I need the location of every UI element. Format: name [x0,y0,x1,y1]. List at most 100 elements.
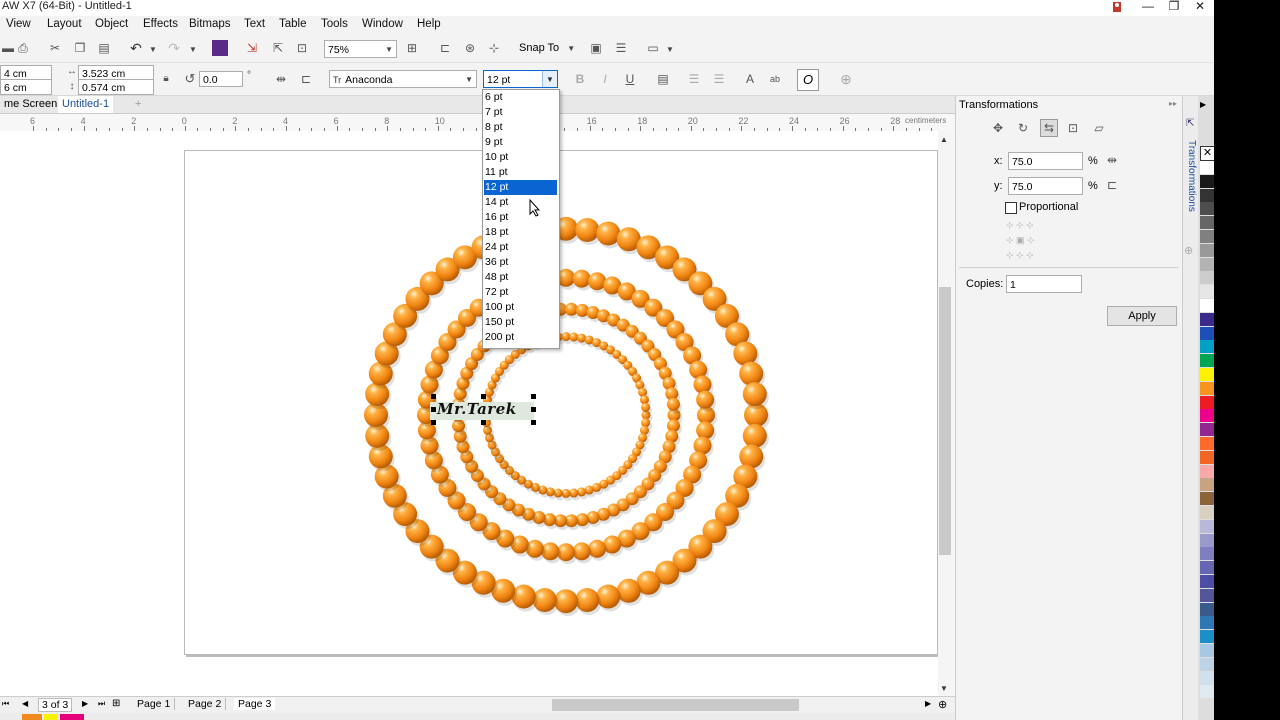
palette-color-swatch[interactable] [1200,492,1214,506]
scale-mirror-icon[interactable]: ⇆ [1040,119,1058,137]
vertical-scroll-thumb[interactable] [939,287,951,555]
maximize-button[interactable]: ❐ [1162,0,1186,14]
palette-color-swatch[interactable] [1200,519,1214,533]
font-size-option[interactable]: 16 pt [484,210,557,225]
palette-color-swatch[interactable] [1200,423,1214,437]
palette-color-swatch[interactable] [1200,478,1214,492]
last-page-icon[interactable]: ⏭ [98,699,105,709]
selected-text-object[interactable]: Mr.Tarek [437,400,517,418]
docker-tab-icon[interactable]: ⇱ [1186,118,1194,129]
bead-rings-artwork[interactable] [0,0,955,700]
palette-color-swatch[interactable] [1200,271,1214,285]
palette-color-swatch[interactable] [1200,368,1214,381]
palette-color-swatch[interactable] [1200,381,1214,395]
font-size-option[interactable]: 72 pt [484,285,557,300]
palette-color-swatch[interactable] [1200,257,1214,271]
scroll-right-icon[interactable]: ▶ [925,699,931,708]
selection-handle[interactable] [481,394,486,399]
palette-color-swatch[interactable] [1200,243,1214,257]
palette-color-swatch[interactable] [1200,561,1214,575]
apply-button[interactable]: Apply [1107,306,1177,326]
palette-color-swatch[interactable] [1200,588,1214,602]
palette-color-swatch[interactable] [1200,285,1214,299]
scroll-down-icon[interactable]: ▼ [940,684,948,693]
palette-color-swatch[interactable] [1200,409,1214,423]
selection-handle[interactable] [481,420,486,425]
selection-handle[interactable] [431,407,436,412]
add-page-icon[interactable]: ⊞ [112,698,120,709]
palette-color-swatch[interactable] [1200,326,1214,340]
user-icon[interactable] [1110,0,1124,14]
palette-color-swatch[interactable] [1200,644,1214,657]
palette-color-swatch[interactable] [1200,464,1214,478]
skew-icon[interactable]: ▱ [1091,120,1107,136]
font-size-dropdown-list[interactable]: 6 pt 7 pt 8 pt 9 pt 10 pt 11 pt 12 pt 14… [482,89,560,349]
page-tab-1[interactable]: Page 1 [133,698,176,710]
selection-handle[interactable] [431,394,436,399]
transformations-vertical-tab[interactable]: Transformations [1183,140,1197,212]
font-size-option-selected[interactable]: 12 pt [484,180,557,195]
next-page-icon[interactable]: ▶ [82,699,88,708]
scroll-up-icon[interactable]: ▲ [940,135,948,144]
previous-page-icon[interactable]: ◀ [22,699,28,708]
size-icon[interactable]: ⊡ [1065,120,1081,136]
palette-color-swatch[interactable] [1200,161,1214,174]
page-tab-3[interactable]: Page 3 [234,698,276,710]
horizontal-scroll-thumb[interactable] [552,699,799,711]
palette-color-swatch[interactable] [1200,395,1214,409]
font-size-option[interactable]: 24 pt [484,240,557,255]
palette-color-swatch[interactable] [1200,202,1214,216]
palette-color-swatch[interactable] [1200,630,1214,644]
add-docker-icon[interactable]: ⊕ [1184,244,1193,257]
palette-color-swatch[interactable] [1200,657,1214,671]
palette-color-swatch[interactable] [1200,174,1214,188]
palette-color-swatch[interactable] [1200,602,1214,616]
close-button[interactable]: ✕ [1188,0,1212,14]
font-size-option[interactable]: 6 pt [484,90,557,105]
selection-handle[interactable] [531,407,536,412]
font-size-option[interactable]: 48 pt [484,270,557,285]
selection-handle[interactable] [531,394,536,399]
palette-color-swatch[interactable] [1200,216,1214,230]
docker-expand-icon[interactable]: ▸▸ [1169,99,1177,108]
palette-color-swatch[interactable] [1200,437,1214,450]
font-size-option[interactable]: 11 pt [484,165,557,180]
x-scale-field[interactable]: 75.0 [1008,152,1083,170]
page-tab-2[interactable]: Page 2 [184,698,227,710]
rotate-icon[interactable]: ↻ [1015,120,1031,136]
font-size-option[interactable]: 100 pt [484,300,557,315]
palette-color-swatch[interactable] [1200,533,1214,547]
zoom-icon[interactable]: ⊕ [938,698,947,711]
palette-color-swatch[interactable] [1200,299,1214,312]
minimize-button[interactable]: — [1136,0,1160,14]
y-scale-field[interactable]: 75.0 [1008,177,1083,195]
font-size-option[interactable]: 36 pt [484,255,557,270]
palette-color-swatch[interactable] [1200,450,1214,464]
font-size-option[interactable]: 14 pt [484,195,557,210]
font-size-option[interactable]: 200 pt [484,330,557,345]
font-size-option[interactable]: 10 pt [484,150,557,165]
font-size-option[interactable]: 150 pt [484,315,557,330]
position-icon[interactable]: ✥ [990,120,1006,136]
palette-color-swatch[interactable] [1200,312,1214,326]
font-size-option[interactable]: 9 pt [484,135,557,150]
selection-handle[interactable] [531,420,536,425]
palette-color-swatch[interactable] [1200,685,1214,699]
palette-color-swatch[interactable] [1200,188,1214,202]
palette-scroll-up-icon[interactable]: ▶ [1200,100,1206,109]
palette-color-swatch[interactable] [1200,506,1214,519]
mirror-vertical-icon[interactable]: ⊏ [1104,177,1120,193]
palette-color-swatch[interactable] [1200,575,1214,588]
palette-color-swatch[interactable] [1200,230,1214,243]
palette-color-swatch[interactable] [1200,616,1214,630]
font-size-option[interactable]: 18 pt [484,225,557,240]
no-color-swatch-icon[interactable]: ✕ [1200,146,1215,161]
font-size-option[interactable]: 8 pt [484,120,557,135]
palette-color-swatch[interactable] [1200,547,1214,561]
first-page-icon[interactable]: ⏮ [2,699,9,709]
selection-handle[interactable] [431,420,436,425]
palette-color-swatch[interactable] [1200,354,1214,368]
palette-color-swatch[interactable] [1200,340,1214,354]
copies-field[interactable]: 1 [1006,275,1082,293]
anchor-point-grid[interactable]: ⊹ ⊹ ⊹ ⊹ ▣ ⊹ ⊹ ⊹ ⊹ [1006,218,1050,262]
